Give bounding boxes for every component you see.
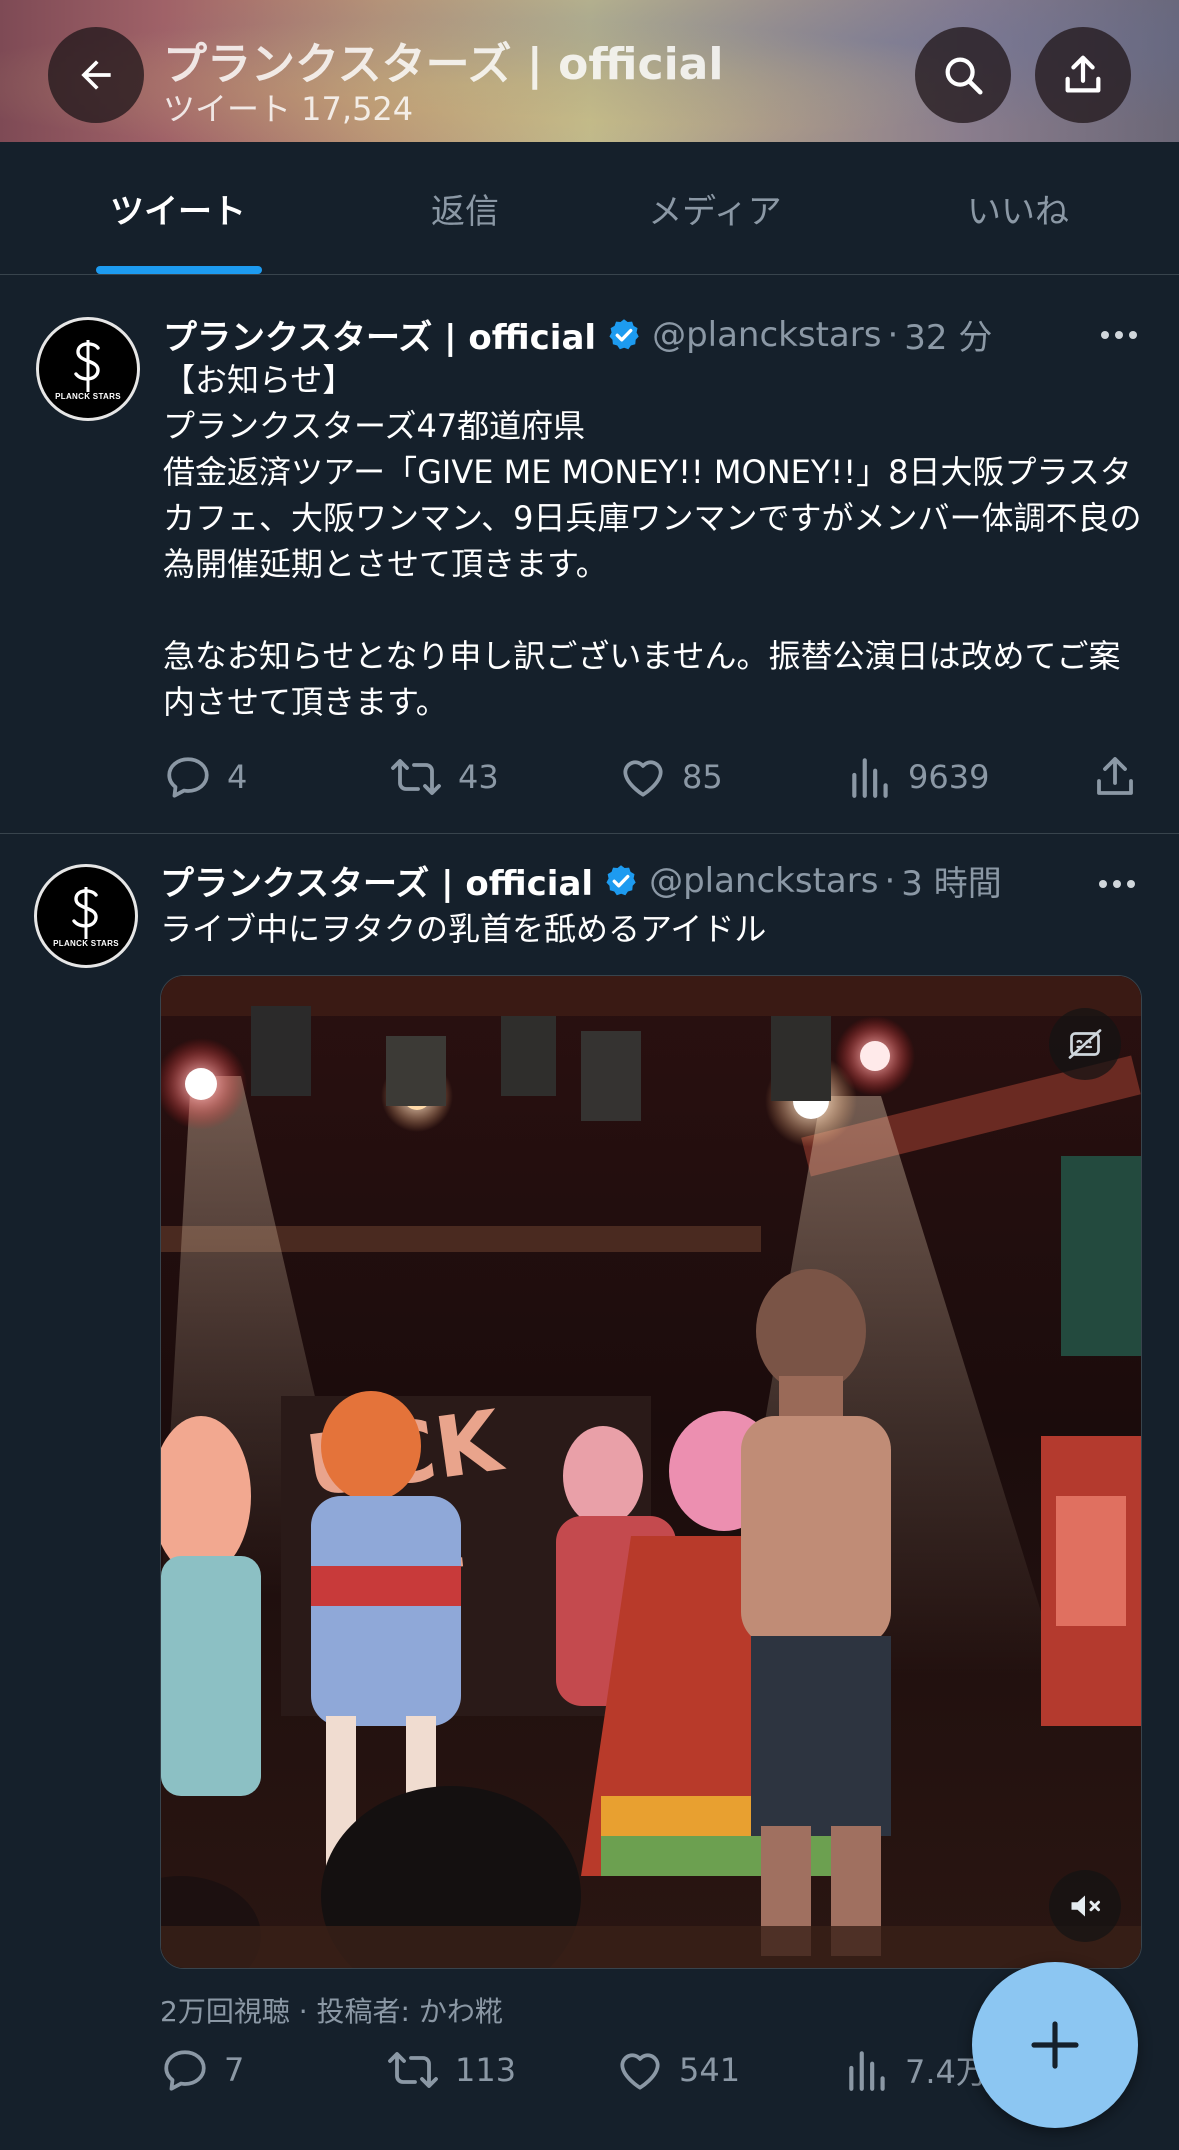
avatar-logo-text: PLANCK STARS	[55, 391, 121, 401]
caption-off-icon	[1068, 1029, 1102, 1059]
tweet[interactable]: PLANCK STARS プランクスターズ | official @planck…	[0, 275, 1179, 834]
tab-tweets[interactable]: ツイート	[58, 142, 298, 274]
unmute-button[interactable]	[1049, 1870, 1121, 1942]
share-icon	[1065, 55, 1101, 93]
retweet-button[interactable]: 43	[388, 747, 499, 807]
back-arrow-icon	[81, 60, 111, 90]
more-icon[interactable]	[1101, 331, 1137, 339]
tweet-text: ライブ中にヲタクの乳首を舐めるアイドル	[160, 910, 767, 948]
compose-tweet-button[interactable]	[972, 1962, 1138, 2128]
avatar[interactable]: PLANCK STARS	[34, 864, 138, 968]
reply-count: 7	[224, 2051, 245, 2089]
reply-count: 4	[227, 758, 248, 796]
tweet-header: プランクスターズ | official @planckstars · 3 時間	[160, 856, 1002, 905]
timestamp[interactable]: 3 時間	[901, 856, 1001, 905]
retweet-count: 113	[455, 2051, 517, 2089]
views-button[interactable]: 7.4万	[845, 2040, 988, 2100]
timestamp[interactable]: 32 分	[904, 310, 992, 359]
planck-stars-logo-icon	[72, 886, 98, 939]
tab-media[interactable]: メディア	[595, 142, 835, 274]
view-count: 9639	[908, 758, 990, 796]
display-name[interactable]: プランクスターズ | official	[163, 310, 596, 359]
verified-badge-icon	[603, 863, 639, 899]
like-count: 541	[679, 2051, 741, 2089]
search-icon	[945, 57, 983, 95]
profile-header: プランクスターズ | official ツイート 17,524	[0, 0, 1179, 142]
share-profile-button[interactable]	[1035, 27, 1131, 123]
reply-icon	[164, 2050, 206, 2091]
retweet-icon	[391, 759, 441, 795]
tab-replies[interactable]: 返信	[345, 142, 585, 274]
like-button[interactable]: 85	[618, 747, 723, 807]
tab-likes[interactable]: いいね	[898, 142, 1138, 274]
active-tab-indicator	[96, 266, 262, 274]
like-icon	[623, 760, 663, 797]
display-name[interactable]: プランクスターズ | official	[160, 856, 593, 905]
retweet-button[interactable]: 113	[385, 2040, 516, 2100]
share-tweet-button[interactable]	[1091, 747, 1153, 807]
retweet-icon	[388, 2052, 438, 2088]
video-views-credit: 2万回視聴 · 投稿者: かわ糀	[160, 1995, 503, 2028]
like-button[interactable]: 541	[615, 2040, 740, 2100]
views-icon	[849, 2051, 885, 2091]
profile-title: プランクスターズ | official	[163, 39, 724, 90]
share-icon	[1097, 757, 1133, 795]
planck-stars-logo-icon	[74, 339, 100, 392]
tweet-video[interactable]: UCK HE	[160, 975, 1142, 1969]
reply-icon	[167, 757, 209, 798]
tweet-count: ツイート 17,524	[163, 90, 414, 128]
reply-button[interactable]: 4	[163, 747, 247, 807]
views-icon	[852, 758, 888, 798]
captions-off-button[interactable]	[1049, 1008, 1121, 1080]
reply-button[interactable]: 7	[160, 2040, 244, 2100]
retweet-count: 43	[458, 758, 499, 796]
like-count: 85	[682, 758, 723, 796]
handle[interactable]: @planckstars	[652, 315, 881, 355]
back-button[interactable]	[48, 27, 144, 123]
tweet-text: 【お知らせ】 プランクスターズ47都道府県 借金返済ツアー「GIVE ME MO…	[163, 361, 1142, 721]
tweet-actions: 4 43 85 9639	[163, 747, 1143, 807]
avatar[interactable]: PLANCK STARS	[36, 317, 140, 421]
separator: ·	[887, 314, 899, 355]
handle[interactable]: @planckstars	[649, 861, 878, 901]
profile-tabs: ツイート 返信 メディア いいね	[0, 142, 1179, 275]
separator: ·	[884, 860, 896, 901]
avatar-logo-text: PLANCK STARS	[53, 938, 119, 948]
views-button[interactable]: 9639	[848, 747, 989, 807]
more-icon[interactable]	[1099, 880, 1135, 888]
plus-icon	[1031, 2021, 1079, 2069]
mute-icon	[1071, 1895, 1100, 1917]
verified-badge-icon	[606, 317, 642, 353]
video-frame: UCK HE	[161, 976, 1141, 1968]
like-icon	[620, 2053, 660, 2090]
tweet-header: プランクスターズ | official @planckstars · 32 分	[163, 310, 992, 359]
search-button[interactable]	[915, 27, 1011, 123]
